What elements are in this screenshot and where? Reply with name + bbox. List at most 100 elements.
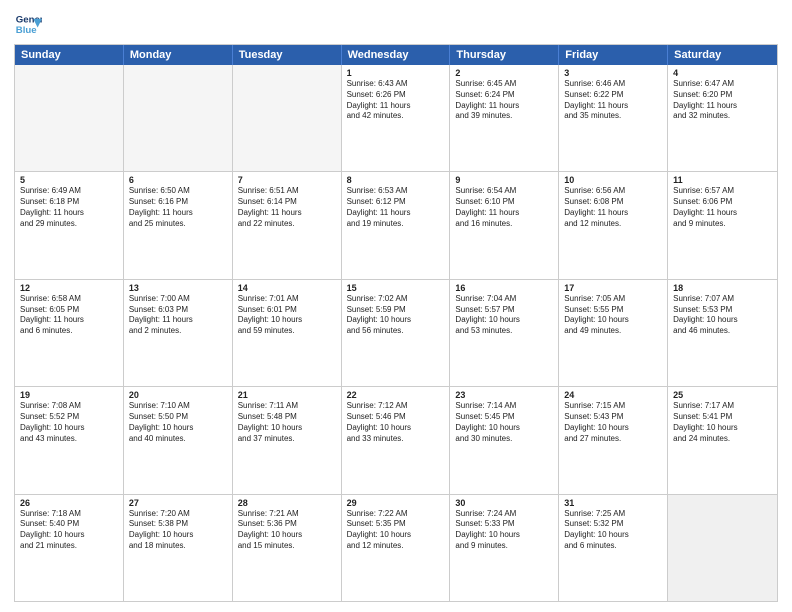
calendar-cell: 9Sunrise: 6:54 AM Sunset: 6:10 PM Daylig… — [450, 172, 559, 278]
calendar-cell: 12Sunrise: 6:58 AM Sunset: 6:05 PM Dayli… — [15, 280, 124, 386]
cell-info: Sunrise: 6:47 AM Sunset: 6:20 PM Dayligh… — [673, 79, 772, 122]
cell-info: Sunrise: 7:01 AM Sunset: 6:01 PM Dayligh… — [238, 294, 336, 337]
day-number: 20 — [129, 390, 227, 400]
day-number: 19 — [20, 390, 118, 400]
cell-info: Sunrise: 6:54 AM Sunset: 6:10 PM Dayligh… — [455, 186, 553, 229]
day-number: 5 — [20, 175, 118, 185]
cell-info: Sunrise: 6:45 AM Sunset: 6:24 PM Dayligh… — [455, 79, 553, 122]
day-number: 4 — [673, 68, 772, 78]
day-number: 11 — [673, 175, 772, 185]
page: General Blue SundayMondayTuesdayWednesda… — [0, 0, 792, 612]
cell-info: Sunrise: 7:15 AM Sunset: 5:43 PM Dayligh… — [564, 401, 662, 444]
cell-info: Sunrise: 7:08 AM Sunset: 5:52 PM Dayligh… — [20, 401, 118, 444]
calendar-cell: 17Sunrise: 7:05 AM Sunset: 5:55 PM Dayli… — [559, 280, 668, 386]
calendar-row-2: 5Sunrise: 6:49 AM Sunset: 6:18 PM Daylig… — [15, 172, 777, 279]
calendar-cell: 27Sunrise: 7:20 AM Sunset: 5:38 PM Dayli… — [124, 495, 233, 601]
day-number: 26 — [20, 498, 118, 508]
day-number: 17 — [564, 283, 662, 293]
day-number: 2 — [455, 68, 553, 78]
calendar-row-5: 26Sunrise: 7:18 AM Sunset: 5:40 PM Dayli… — [15, 495, 777, 601]
calendar-cell: 4Sunrise: 6:47 AM Sunset: 6:20 PM Daylig… — [668, 65, 777, 171]
weekday-header-thursday: Thursday — [450, 45, 559, 65]
day-number: 6 — [129, 175, 227, 185]
cell-info: Sunrise: 6:49 AM Sunset: 6:18 PM Dayligh… — [20, 186, 118, 229]
day-number: 1 — [347, 68, 445, 78]
cell-info: Sunrise: 7:05 AM Sunset: 5:55 PM Dayligh… — [564, 294, 662, 337]
cell-info: Sunrise: 6:57 AM Sunset: 6:06 PM Dayligh… — [673, 186, 772, 229]
day-number: 10 — [564, 175, 662, 185]
calendar: SundayMondayTuesdayWednesdayThursdayFrid… — [14, 44, 778, 602]
cell-info: Sunrise: 7:07 AM Sunset: 5:53 PM Dayligh… — [673, 294, 772, 337]
calendar-cell: 23Sunrise: 7:14 AM Sunset: 5:45 PM Dayli… — [450, 387, 559, 493]
calendar-body: 1Sunrise: 6:43 AM Sunset: 6:26 PM Daylig… — [15, 65, 777, 601]
calendar-cell: 25Sunrise: 7:17 AM Sunset: 5:41 PM Dayli… — [668, 387, 777, 493]
day-number: 12 — [20, 283, 118, 293]
calendar-cell: 15Sunrise: 7:02 AM Sunset: 5:59 PM Dayli… — [342, 280, 451, 386]
day-number: 3 — [564, 68, 662, 78]
weekday-header-tuesday: Tuesday — [233, 45, 342, 65]
cell-info: Sunrise: 7:11 AM Sunset: 5:48 PM Dayligh… — [238, 401, 336, 444]
weekday-header-monday: Monday — [124, 45, 233, 65]
cell-info: Sunrise: 7:00 AM Sunset: 6:03 PM Dayligh… — [129, 294, 227, 337]
cell-info: Sunrise: 7:02 AM Sunset: 5:59 PM Dayligh… — [347, 294, 445, 337]
day-number: 29 — [347, 498, 445, 508]
calendar-cell: 14Sunrise: 7:01 AM Sunset: 6:01 PM Dayli… — [233, 280, 342, 386]
day-number: 14 — [238, 283, 336, 293]
cell-info: Sunrise: 6:46 AM Sunset: 6:22 PM Dayligh… — [564, 79, 662, 122]
calendar-row-3: 12Sunrise: 6:58 AM Sunset: 6:05 PM Dayli… — [15, 280, 777, 387]
weekday-header-wednesday: Wednesday — [342, 45, 451, 65]
cell-info: Sunrise: 7:20 AM Sunset: 5:38 PM Dayligh… — [129, 509, 227, 552]
day-number: 30 — [455, 498, 553, 508]
day-number: 21 — [238, 390, 336, 400]
weekday-header-friday: Friday — [559, 45, 668, 65]
cell-info: Sunrise: 6:43 AM Sunset: 6:26 PM Dayligh… — [347, 79, 445, 122]
calendar-header: SundayMondayTuesdayWednesdayThursdayFrid… — [15, 45, 777, 65]
calendar-cell: 6Sunrise: 6:50 AM Sunset: 6:16 PM Daylig… — [124, 172, 233, 278]
cell-info: Sunrise: 7:22 AM Sunset: 5:35 PM Dayligh… — [347, 509, 445, 552]
svg-text:Blue: Blue — [16, 25, 37, 36]
calendar-row-4: 19Sunrise: 7:08 AM Sunset: 5:52 PM Dayli… — [15, 387, 777, 494]
calendar-cell: 31Sunrise: 7:25 AM Sunset: 5:32 PM Dayli… — [559, 495, 668, 601]
header: General Blue — [14, 10, 778, 38]
cell-info: Sunrise: 7:25 AM Sunset: 5:32 PM Dayligh… — [564, 509, 662, 552]
calendar-cell — [668, 495, 777, 601]
day-number: 7 — [238, 175, 336, 185]
day-number: 22 — [347, 390, 445, 400]
cell-info: Sunrise: 6:58 AM Sunset: 6:05 PM Dayligh… — [20, 294, 118, 337]
cell-info: Sunrise: 7:14 AM Sunset: 5:45 PM Dayligh… — [455, 401, 553, 444]
calendar-row-1: 1Sunrise: 6:43 AM Sunset: 6:26 PM Daylig… — [15, 65, 777, 172]
calendar-cell: 22Sunrise: 7:12 AM Sunset: 5:46 PM Dayli… — [342, 387, 451, 493]
calendar-cell: 24Sunrise: 7:15 AM Sunset: 5:43 PM Dayli… — [559, 387, 668, 493]
day-number: 16 — [455, 283, 553, 293]
cell-info: Sunrise: 7:18 AM Sunset: 5:40 PM Dayligh… — [20, 509, 118, 552]
calendar-cell: 29Sunrise: 7:22 AM Sunset: 5:35 PM Dayli… — [342, 495, 451, 601]
logo: General Blue — [14, 10, 42, 38]
day-number: 24 — [564, 390, 662, 400]
cell-info: Sunrise: 6:50 AM Sunset: 6:16 PM Dayligh… — [129, 186, 227, 229]
calendar-cell: 10Sunrise: 6:56 AM Sunset: 6:08 PM Dayli… — [559, 172, 668, 278]
calendar-cell — [233, 65, 342, 171]
cell-info: Sunrise: 7:10 AM Sunset: 5:50 PM Dayligh… — [129, 401, 227, 444]
calendar-cell: 18Sunrise: 7:07 AM Sunset: 5:53 PM Dayli… — [668, 280, 777, 386]
cell-info: Sunrise: 7:17 AM Sunset: 5:41 PM Dayligh… — [673, 401, 772, 444]
day-number: 13 — [129, 283, 227, 293]
cell-info: Sunrise: 6:51 AM Sunset: 6:14 PM Dayligh… — [238, 186, 336, 229]
day-number: 28 — [238, 498, 336, 508]
calendar-cell: 20Sunrise: 7:10 AM Sunset: 5:50 PM Dayli… — [124, 387, 233, 493]
cell-info: Sunrise: 7:21 AM Sunset: 5:36 PM Dayligh… — [238, 509, 336, 552]
calendar-cell: 1Sunrise: 6:43 AM Sunset: 6:26 PM Daylig… — [342, 65, 451, 171]
calendar-cell — [124, 65, 233, 171]
weekday-header-saturday: Saturday — [668, 45, 777, 65]
calendar-cell: 2Sunrise: 6:45 AM Sunset: 6:24 PM Daylig… — [450, 65, 559, 171]
weekday-header-sunday: Sunday — [15, 45, 124, 65]
calendar-cell — [15, 65, 124, 171]
cell-info: Sunrise: 7:04 AM Sunset: 5:57 PM Dayligh… — [455, 294, 553, 337]
calendar-cell: 21Sunrise: 7:11 AM Sunset: 5:48 PM Dayli… — [233, 387, 342, 493]
cell-info: Sunrise: 6:56 AM Sunset: 6:08 PM Dayligh… — [564, 186, 662, 229]
calendar-cell: 28Sunrise: 7:21 AM Sunset: 5:36 PM Dayli… — [233, 495, 342, 601]
day-number: 8 — [347, 175, 445, 185]
calendar-cell: 7Sunrise: 6:51 AM Sunset: 6:14 PM Daylig… — [233, 172, 342, 278]
calendar-cell: 3Sunrise: 6:46 AM Sunset: 6:22 PM Daylig… — [559, 65, 668, 171]
day-number: 23 — [455, 390, 553, 400]
calendar-cell: 19Sunrise: 7:08 AM Sunset: 5:52 PM Dayli… — [15, 387, 124, 493]
